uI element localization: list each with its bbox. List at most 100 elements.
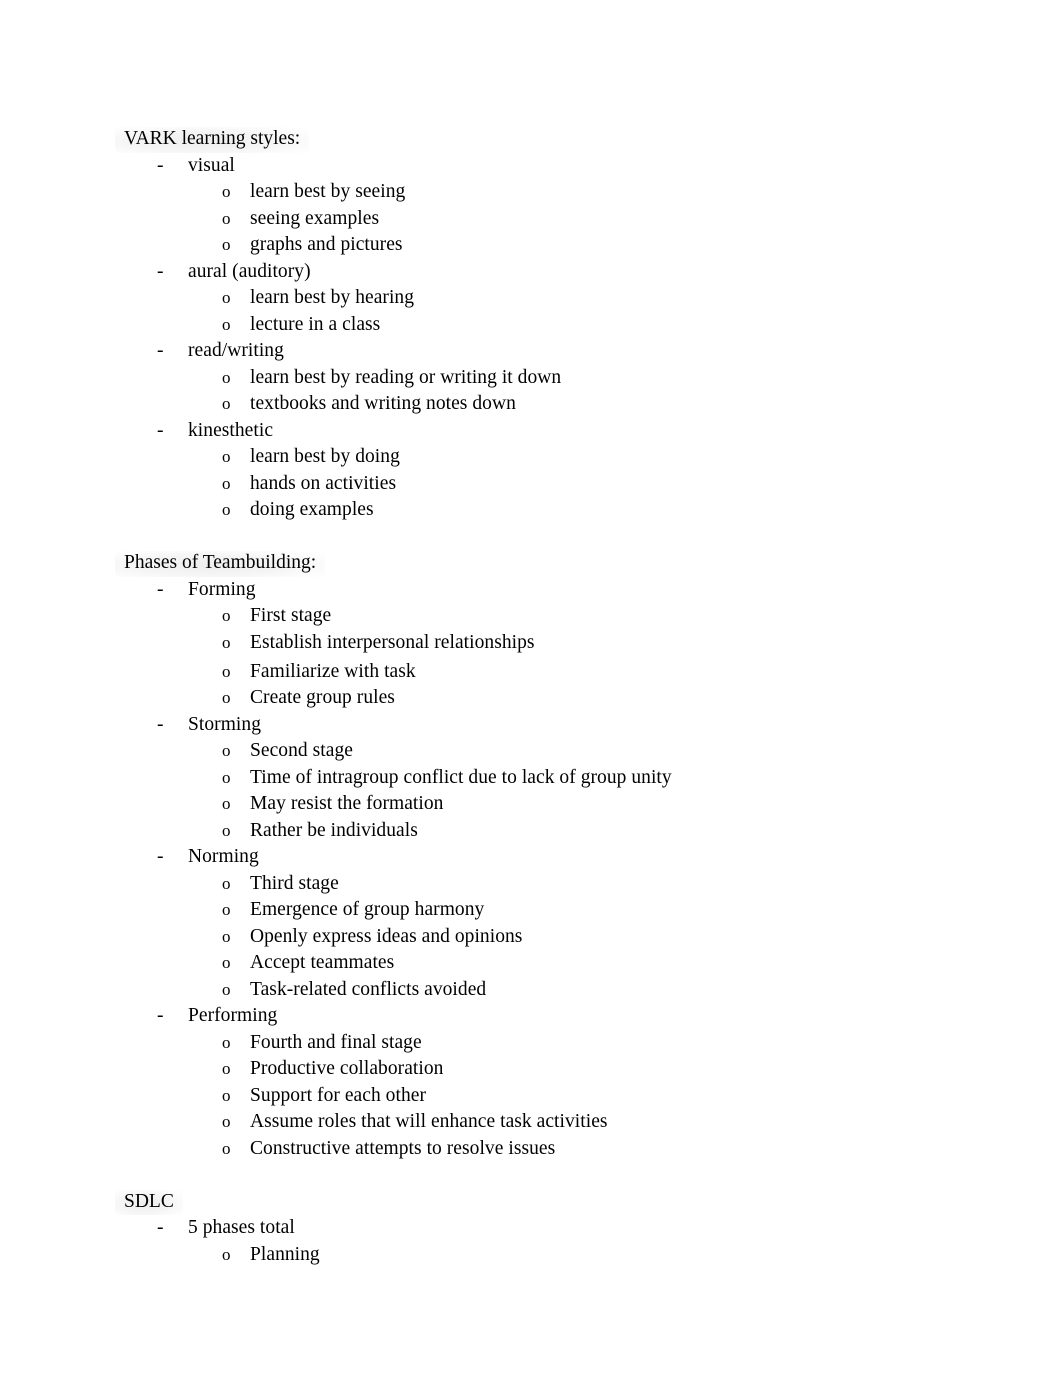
dash-bullet-icon: - [157,1217,164,1238]
list-item-level2: o Task-related conflicts avoided [124,977,944,1004]
list-item-level2-label: learn best by doing [250,446,400,467]
dash-bullet-icon: - [157,154,164,176]
list-item-level2-label: Third stage [250,872,339,894]
circle-bullet-icon: o [222,979,231,999]
circle-bullet-icon: o [222,926,231,946]
list-item-level2: o seeing examples [124,206,944,233]
circle-bullet-icon: o [222,688,231,707]
list-item-level2-label: Second stage [250,740,353,761]
list-item-level2-label: Assume roles that will enhance task acti… [250,1111,608,1132]
list-item-level2: o Fourth and final stage [124,1030,944,1057]
circle-bullet-icon: o [222,447,231,466]
list-item-level1-label: read/writing [188,340,284,361]
circle-bullet-icon: o [222,314,231,334]
list-item-level2-label: graphs and pictures [250,234,403,255]
list-item-level2-label: learn best by hearing [250,287,415,308]
list-item-level2: o Productive collaboration [124,1056,944,1083]
list-item-level1-label: visual [188,154,235,176]
list-item-level2: o Planning [124,1242,944,1269]
circle-bullet-icon: o [222,208,231,228]
list-item-level1: - 5 phases total [124,1215,944,1242]
list-item-level2-label: Fourth and final stage [250,1031,422,1053]
list-item-level2-label: seeing examples [250,207,380,229]
list-item-level2-label: learn best by reading or writing it down [250,366,562,388]
section-heading: SDLC [115,1189,944,1216]
section-heading-text: SDLC [115,1189,183,1216]
list-item-level1-label: kinesthetic [188,419,274,441]
list-item-level2: o Openly express ideas and opinions [124,924,944,951]
list-item-level2: o Constructive attempts to resolve issues [124,1136,944,1163]
circle-bullet-icon: o [222,394,231,413]
circle-bullet-icon: o [222,1138,231,1158]
dash-bullet-icon: - [157,846,164,867]
list-item-level2-label: Accept teammates [250,952,395,973]
list-item-level2: o textbooks and writing notes down [124,391,944,418]
list-item-level2: o Support for each other [124,1083,944,1110]
list-item-level1: - Forming [124,577,944,604]
list-item-level2-label: Constructive attempts to resolve issues [250,1137,556,1159]
dash-bullet-icon: - [157,260,164,282]
list-item-level2: o lecture in a class [124,312,944,339]
dash-bullet-icon: - [157,578,164,600]
list-item-level2: o Familiarize with task [124,659,944,686]
document-body: VARK learning styles: - visual o learn bes… [114,126,944,1269]
list-item-level2-label: Establish interpersonal relationships [250,631,535,653]
dash-bullet-icon: - [157,1005,164,1026]
section-heading: Phases of Teambuilding: [114,550,944,577]
circle-bullet-icon: o [222,1244,231,1264]
dash-bullet-icon: - [157,340,164,361]
list-item-level2-label: Planning [250,1243,320,1265]
list-item-level2-label: doing examples [250,499,374,520]
list-item-level2-label: Productive collaboration [250,1058,444,1079]
circle-bullet-icon: o [222,741,231,760]
list-item-level2-label: lecture in a class [250,313,381,335]
list-item-level2: o hands on activities [124,471,944,498]
list-item-level2: o First stage [124,603,944,630]
list-item-level2-label: First stage [250,605,332,626]
list-item-level1: - Storming [124,712,944,739]
list-item-level1: - aural (auditory) [124,259,944,286]
list-item-level2: o learn best by doing [124,444,944,471]
circle-bullet-icon: o [222,367,231,387]
circle-bullet-icon: o [222,632,231,652]
list-item-level2-label: Support for each other [250,1084,426,1106]
dash-bullet-icon: - [157,419,164,441]
list-item-level2-label: Task-related conflicts avoided [250,978,487,1000]
list-item-level1-label: Forming [188,578,256,600]
list-item-level1-label: aural (auditory) [188,260,311,282]
circle-bullet-icon: o [222,767,231,787]
list-item-level2: o Emergence of group harmony [124,897,944,924]
list-item-level2-label: textbooks and writing notes down [250,393,516,414]
list-item-level2: o Rather be individuals [124,818,944,845]
list-item-level2: o learn best by reading or writing it dow… [124,365,944,392]
list-item-level1: - read/writing [124,338,944,365]
list-item-level2-label: Emergence of group harmony [250,899,485,920]
dash-bullet-icon: - [157,713,164,735]
list-item-level1-label: 5 phases total [188,1217,295,1238]
circle-bullet-icon: o [222,606,231,625]
list-item-level2: o Third stage [124,871,944,898]
circle-bullet-icon: o [222,953,231,972]
circle-bullet-icon: o [222,182,231,201]
circle-bullet-icon: o [222,661,231,681]
circle-bullet-icon: o [222,820,231,840]
list-item-level1: - kinesthetic [124,418,944,445]
list-item-level2-label: Openly express ideas and opinions [250,925,523,947]
list-item-level2-label: Rather be individuals [250,819,418,841]
section-heading-text: Phases of Teambuilding: [114,550,326,577]
list-item-level1-label: Norming [188,846,259,867]
circle-bullet-icon: o [222,794,231,813]
list-item-level2: o Second stage [124,738,944,765]
section-heading: VARK learning styles: [114,126,944,153]
circle-bullet-icon: o [222,1059,231,1078]
list-item-level2-label: learn best by seeing [250,181,406,202]
circle-bullet-icon: o [222,500,231,519]
circle-bullet-icon: o [222,288,231,307]
section-heading-text: VARK learning styles: [114,126,310,153]
list-item-level2-label: hands on activities [250,472,397,494]
list-item-level2: o Accept teammates [124,950,944,977]
list-item-level2: o Establish interpersonal relationships [124,630,944,657]
list-item-level1-label: Performing [188,1005,278,1026]
